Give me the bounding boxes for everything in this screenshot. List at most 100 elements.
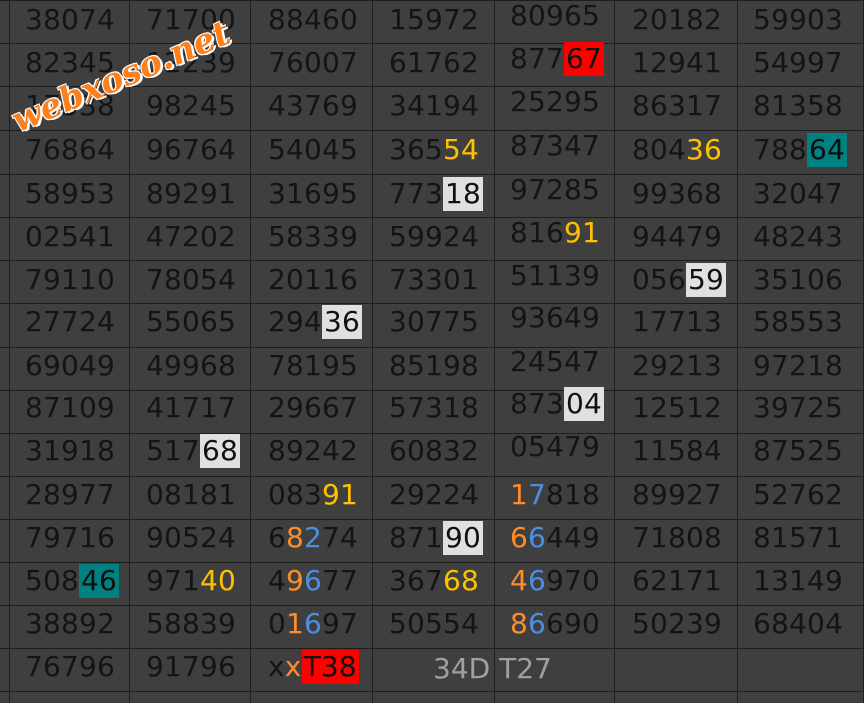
number-cell: 78054 <box>146 263 236 297</box>
number-cell: 78864 <box>753 133 848 167</box>
highlighted-digits: 59 <box>686 263 727 297</box>
digits: 39725 <box>753 391 844 424</box>
digits: 52762 <box>753 478 844 511</box>
row-divider <box>0 0 864 1</box>
number-cell: 55065 <box>146 305 236 339</box>
highlighted-digits: 68 <box>443 564 480 597</box>
row-divider <box>0 217 864 218</box>
number-cell: 86690 <box>510 607 600 641</box>
highlighted-digits: 91 <box>322 478 359 511</box>
digits: 50239 <box>632 607 723 640</box>
digits: 85198 <box>389 349 480 382</box>
number-cell: 05479 <box>510 430 600 464</box>
number-cell: 73301 <box>389 263 479 297</box>
number-cell: 30775 <box>389 305 479 339</box>
number-cell: 88460 <box>268 3 358 37</box>
highlighted-digits: 04 <box>564 387 605 421</box>
digits: 77 <box>322 564 359 597</box>
digits: 0 <box>268 607 287 640</box>
digits: 87109 <box>25 391 116 424</box>
number-cell: 01697 <box>268 607 358 641</box>
number-cell: 89242 <box>268 434 358 468</box>
number-grid: 38074 71700 88460 15972 80965 20182 59903 82345… <box>0 0 864 703</box>
highlighted-digits: 1 <box>286 607 305 640</box>
highlighted-digits: 6 <box>304 564 323 597</box>
digits: 34194 <box>389 89 480 122</box>
highlighted-digits: 4 <box>510 564 529 597</box>
digits: 79110 <box>25 263 116 296</box>
number-cell: 29436 <box>268 305 363 339</box>
number-cell: 51139 <box>510 259 600 293</box>
number-cell: 98245 <box>146 89 236 123</box>
digits: 690 <box>546 607 601 640</box>
highlighted-digits: 40 <box>200 564 237 597</box>
number-cell: 50554 <box>389 607 479 641</box>
row-divider <box>0 562 864 563</box>
digits: 17538 <box>25 89 116 122</box>
number-cell: 62171 <box>632 564 722 598</box>
digits: 49968 <box>146 349 237 382</box>
number-cell: 69049 <box>25 349 115 383</box>
number-cell: 12239 <box>146 46 236 80</box>
digits: 449 <box>546 521 601 554</box>
number-cell: 61762 <box>389 46 479 80</box>
digits: 816 <box>510 216 565 249</box>
highlighted-digits: 9 <box>286 564 305 597</box>
number-cell: 87347 <box>510 129 600 163</box>
caption-34d-t27: 34D T27 <box>433 652 552 685</box>
number-cell: 89291 <box>146 177 236 211</box>
highlighted-digits: 6 <box>528 521 547 554</box>
number-cell: 36554 <box>389 133 479 167</box>
digits: 20182 <box>632 3 723 36</box>
row-divider <box>0 519 864 520</box>
number-cell: 20182 <box>632 3 722 37</box>
number-cell: 20116 <box>268 263 358 297</box>
digits: 083 <box>268 478 323 511</box>
highlighted-digits: 36 <box>322 305 363 339</box>
number-cell: 78195 <box>268 349 358 383</box>
digits: 97 <box>322 607 359 640</box>
number-cell: 34194 <box>389 89 479 123</box>
digits: 38892 <box>25 607 116 640</box>
column-divider <box>737 0 738 703</box>
digits: 4 <box>268 564 287 597</box>
digits: 81358 <box>753 89 844 122</box>
digits: 12512 <box>632 391 723 424</box>
number-cell: 29224 <box>389 478 479 512</box>
highlighted-digits: 54 <box>443 133 480 166</box>
number-cell: 08391 <box>268 478 358 512</box>
digits: 71808 <box>632 521 723 554</box>
number-cell: 94479 <box>632 220 722 254</box>
digits: 365 <box>389 133 444 166</box>
digits: 367 <box>389 564 444 597</box>
digits: 81571 <box>753 521 844 554</box>
digits: 43769 <box>268 89 359 122</box>
number-cell: 17713 <box>632 305 722 339</box>
highlighted-digits: 46 <box>79 564 120 598</box>
digits: 82345 <box>25 46 116 79</box>
digits: 54045 <box>268 133 359 166</box>
number-cell: 50239 <box>632 607 722 641</box>
digits: 35106 <box>753 263 844 296</box>
digits: 27724 <box>25 305 116 338</box>
digits: 87525 <box>753 434 844 467</box>
digits: 86317 <box>632 89 723 122</box>
digits: 02541 <box>25 220 116 253</box>
number-cell: 81358 <box>753 89 843 123</box>
number-cell: 50846 <box>25 564 120 598</box>
digits: 47202 <box>146 220 237 253</box>
digits: 58953 <box>25 177 116 210</box>
number-cell: 43769 <box>268 89 358 123</box>
number-cell: 17538 <box>25 89 115 123</box>
digits: 773 <box>389 177 444 210</box>
number-cell: 87109 <box>25 391 115 425</box>
number-cell: 96764 <box>146 133 236 167</box>
number-cell: 85198 <box>389 349 479 383</box>
row-divider <box>0 86 864 87</box>
number-cell: xxT38 <box>268 650 359 684</box>
number-cell: 46970 <box>510 564 600 598</box>
digits: 89927 <box>632 478 723 511</box>
digits: 6 <box>268 521 287 554</box>
digits: 89242 <box>268 434 359 467</box>
row-divider <box>0 605 864 606</box>
